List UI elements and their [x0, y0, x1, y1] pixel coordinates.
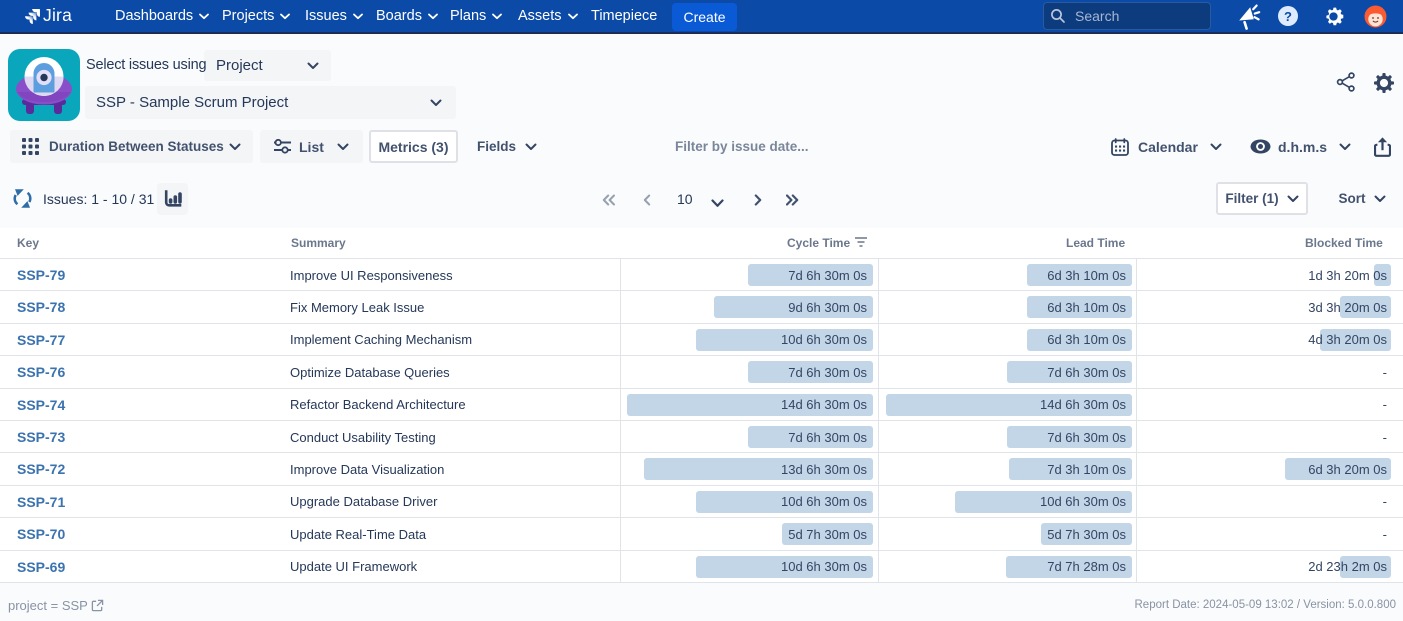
svg-text:?: ? [1284, 9, 1292, 24]
